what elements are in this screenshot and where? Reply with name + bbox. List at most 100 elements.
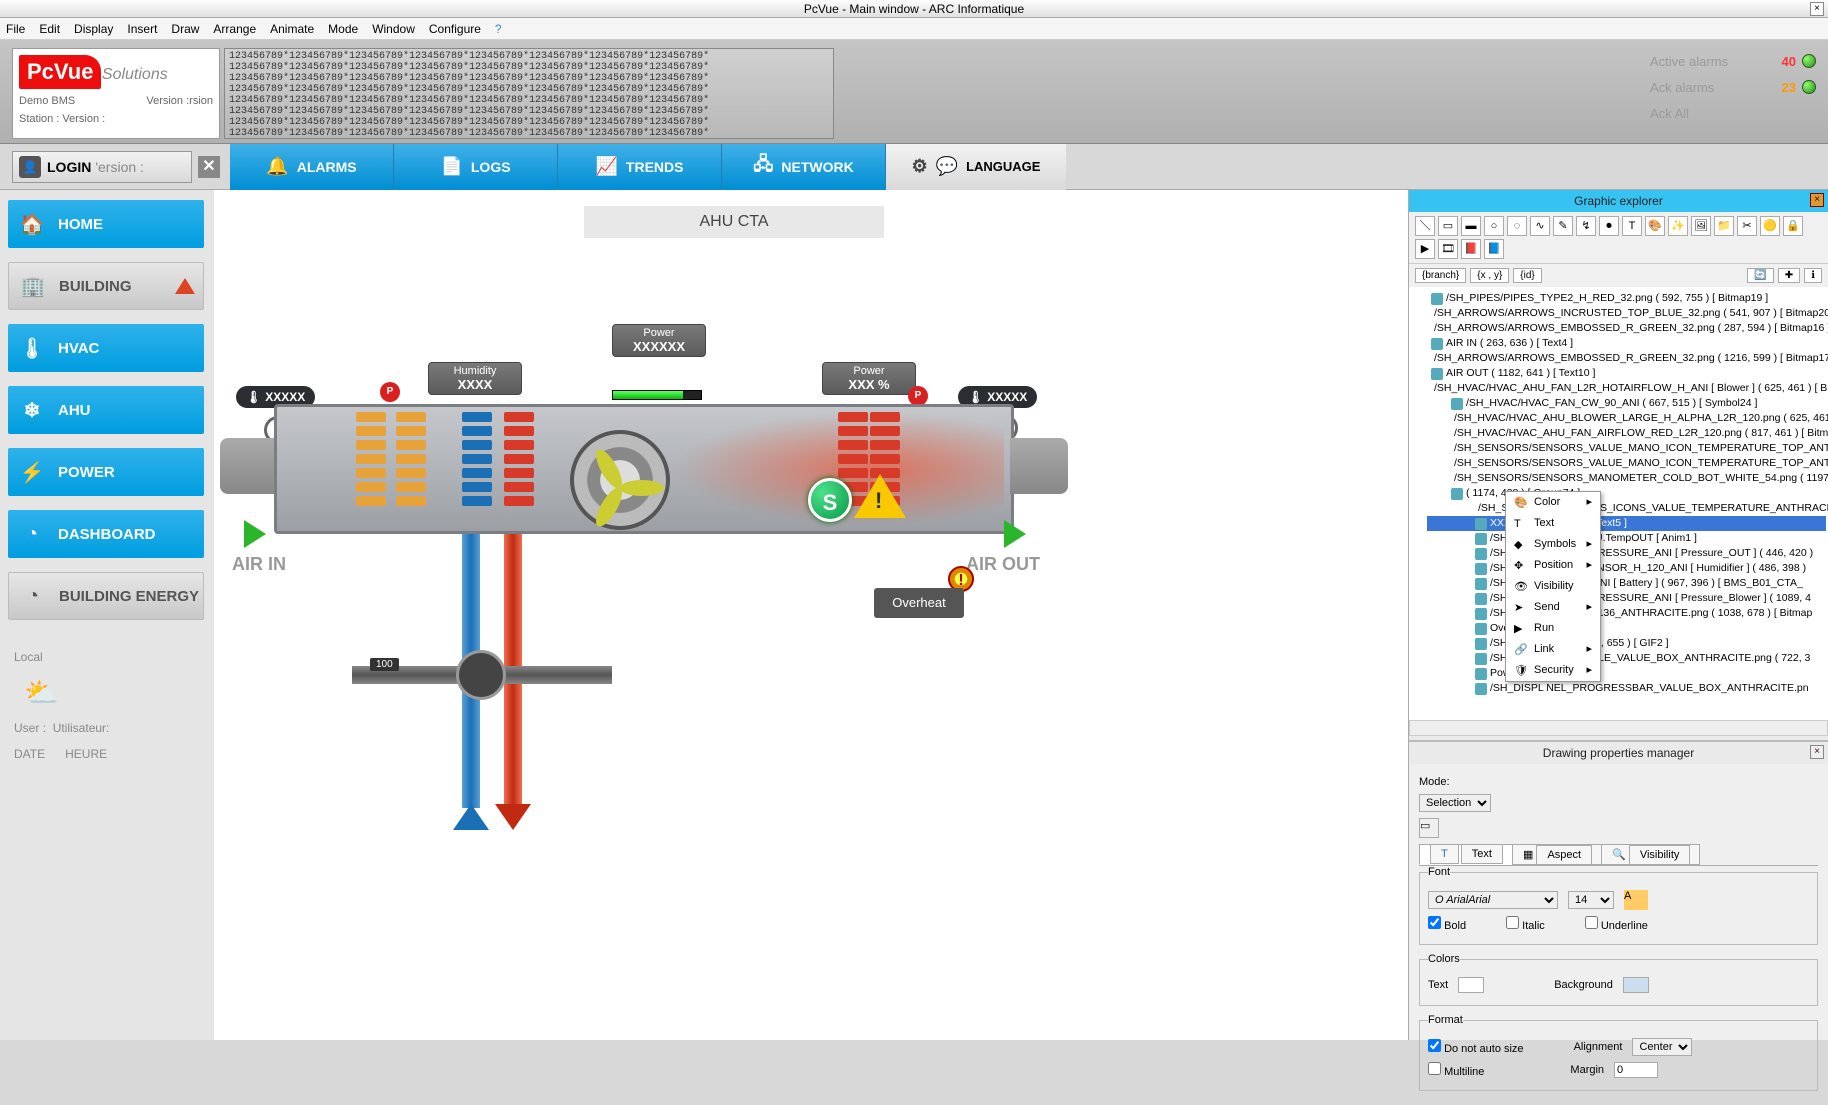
curve-tool-icon[interactable]: ∿ [1530,216,1550,236]
bg-color-swatch[interactable] [1623,977,1649,993]
ctx-security[interactable]: 🛡Security▸ [1506,660,1600,681]
image-icon[interactable]: 🖼 [1691,216,1711,236]
sidebar-item-ahu[interactable]: ❄AHU [8,386,204,434]
tree-row[interactable]: /SH_SENSORS/SENSORS_VALUE_MANO_ICON_TEMP… [1427,441,1826,456]
tree-row[interactable]: /SH_SENSORS/SENSORS_ICONS_VALUE_TEMPERAT… [1427,501,1826,516]
margin-input[interactable] [1614,1062,1658,1078]
menu-arrange[interactable]: Arrange [213,22,256,36]
ge-tree[interactable]: 🎨Color▸ TText ◆Symbols▸ ✥Position▸ 👁Visi… [1409,287,1828,720]
cut-icon[interactable]: ✂ [1737,216,1757,236]
menu-animate[interactable]: Animate [270,22,314,36]
tab-aspect[interactable]: ▦ Aspect [1512,844,1602,865]
highlight-icon[interactable]: 🟡 [1760,216,1780,236]
alignment-select[interactable]: Center [1632,1038,1692,1056]
tree-row[interactable]: /SH_SENSO _B01.AHU.TempOUT [ Anim1 ] [1427,531,1826,546]
menu-display[interactable]: Display [74,22,113,36]
sidebar-item-dashboard[interactable]: ◔DASHBOARD [8,510,204,558]
ge-tab-xy[interactable]: {x , y} [1470,268,1509,283]
tree-row[interactable]: /SH_SENSORS/SENSORS_VALUE_MANO_ICON_TEMP… [1427,456,1826,471]
record-icon[interactable]: ⏺ [1599,216,1619,236]
tree-row[interactable]: /SH_HVAC RY_HOT_ANI [ Battery ] ( 967, 3… [1427,576,1826,591]
lock-icon[interactable]: 🔒 [1783,216,1803,236]
underline-checkbox[interactable] [1585,916,1598,929]
play-icon[interactable]: ▶ [1415,239,1435,259]
folder-icon[interactable]: 📁 [1714,216,1734,236]
stars-icon[interactable]: ✨ [1668,216,1688,236]
film-icon[interactable]: 🎞 [1438,239,1458,259]
sidebar-item-building[interactable]: 🏢BUILDING [8,262,204,310]
tree-row[interactable]: /SH_PIPES/PIPES_TYPE2_H_RED_32.png ( 592… [1427,291,1826,306]
ge-info-icon[interactable]: ℹ [1804,268,1822,283]
ctx-color[interactable]: 🎨Color▸ [1506,492,1600,513]
ge-tab-branch[interactable]: {branch} [1415,268,1466,283]
ctx-link[interactable]: 🔗Link▸ [1506,639,1600,660]
shape-tool-icon[interactable]: ＼ [1415,216,1435,236]
tree-row[interactable]: /SH_ARROWS/ARROWS_EMBOSSED_R_GREEN_32.pn… [1427,351,1826,366]
multiline-checkbox[interactable] [1428,1062,1441,1075]
menu-window[interactable]: Window [372,22,415,36]
menu-edit[interactable]: Edit [39,22,60,36]
tree-row[interactable]: /SH_HVAC IFIER1_SENSOR_H_120_ANI [ Humid… [1427,561,1826,576]
ctx-run[interactable]: ▶Run [1506,618,1600,639]
menu-configure[interactable]: Configure [429,22,481,36]
sidebar-item-building-energy[interactable]: ◔BUILDING ENERGY [8,572,204,620]
tree-row[interactable]: AIR OUT ( 1182, 641 ) [ Text10 ] [1427,366,1826,381]
tab-network[interactable]: 🖧NETWORK [722,144,886,190]
italic-checkbox[interactable] [1506,916,1519,929]
tree-row[interactable]: /SH_SENSORS/SENSORS_MANOMETER_COLD_BOT_W… [1427,471,1826,486]
menu-file[interactable]: File [6,22,25,36]
tree-row[interactable]: AIR IN ( 263, 636 ) [ Text4 ] [1427,336,1826,351]
rect-tool-icon[interactable]: ▭ [1438,216,1458,236]
palette-icon[interactable]: 🎨 [1645,216,1665,236]
filled-rect-icon[interactable]: ▬ [1461,216,1481,236]
tree-row[interactable]: /SH_SENSO _ICON_PRESSURE_ANI [ Pressure_… [1427,591,1826,606]
close-icon[interactable]: × [1810,745,1824,759]
font-select[interactable]: O ArialArial [1428,891,1558,909]
tab-trends[interactable]: 📈TRENDS [558,144,722,190]
select-tool-icon[interactable]: ▭ [1419,818,1439,838]
ctx-send[interactable]: ➤Send▸ [1506,597,1600,618]
menu-draw[interactable]: Draw [171,22,199,36]
font-sample-icon[interactable]: A [1624,890,1648,910]
mode-select[interactable]: Selection [1419,794,1491,812]
ctx-visibility[interactable]: 👁Visibility [1506,576,1600,597]
login-close-button[interactable]: ✕ [198,156,220,178]
graphic-explorer-header[interactable]: Graphic explorer× [1409,190,1828,212]
text-tool-icon[interactable]: T [1622,216,1642,236]
sidebar-item-home[interactable]: 🏠HOME [8,200,204,248]
ge-tab-id[interactable]: {id} [1513,268,1541,283]
sidebar-item-hvac[interactable]: 🌡HVAC [8,324,204,372]
ctx-position[interactable]: ✥Position▸ [1506,555,1600,576]
font-size-select[interactable]: 14 [1568,891,1614,909]
ctx-text[interactable]: TText [1506,513,1600,534]
circle-tool-icon[interactable]: ○ [1484,216,1504,236]
menu-insert[interactable]: Insert [127,22,157,36]
tab-logs[interactable]: 📄LOGS [394,144,558,190]
bold-checkbox[interactable] [1428,916,1441,929]
menu-help-icon[interactable]: ? [495,22,502,36]
text-color-swatch[interactable] [1458,977,1484,993]
tree-row[interactable]: /SH_HVAC/HVAC_AHU_FAN_L2R_HOTAIRFLOW_H_A… [1427,381,1826,396]
tree-row[interactable]: XXXXX ( 1206, 431 ) [ Text5 ] [1427,516,1826,531]
brush-tool-icon[interactable]: ✎ [1553,216,1573,236]
tree-row[interactable]: /SH_ARROWS/ARROWS_INCRUSTED_TOP_BLUE_32.… [1427,306,1826,321]
tab-language[interactable]: ⚙💬LANGUAGE [886,144,1066,190]
tree-row[interactable]: /SH_SENSO _ICON_PRESSURE_ANI [ Pressure_… [1427,546,1826,561]
tab-text[interactable]: T Text [1419,844,1513,865]
menu-mode[interactable]: Mode [328,22,358,36]
tab-alarms[interactable]: 🔔ALARMS [230,144,394,190]
tree-row[interactable]: /SH_HVAC/HVAC_FAN_CW_90_ANI ( 667, 515 )… [1427,396,1826,411]
ge-refresh-icon[interactable]: 🔄 [1747,268,1773,283]
doc-icon[interactable]: 📘 [1484,239,1504,259]
ack-all-label[interactable]: Ack All [1650,106,1689,121]
sidebar-item-power[interactable]: ⚡POWER [8,448,204,496]
tree-row[interactable]: /SH_DISPL m.gif ( 1156, 655 ) [ GIF2 ] [1427,636,1826,651]
noauto-checkbox[interactable] [1428,1039,1441,1052]
dpm-header[interactable]: Drawing properties manager× [1409,742,1828,764]
dashed-tool-icon[interactable]: ◌ [1507,216,1527,236]
tree-row[interactable]: ( 1174, 428 ) [ Group74 ] [1427,486,1826,501]
tree-row[interactable]: Overheat ( [1427,621,1826,636]
path-tool-icon[interactable]: ↯ [1576,216,1596,236]
ctx-symbols[interactable]: ◆Symbols▸ [1506,534,1600,555]
pdf-icon[interactable]: 📕 [1461,239,1481,259]
